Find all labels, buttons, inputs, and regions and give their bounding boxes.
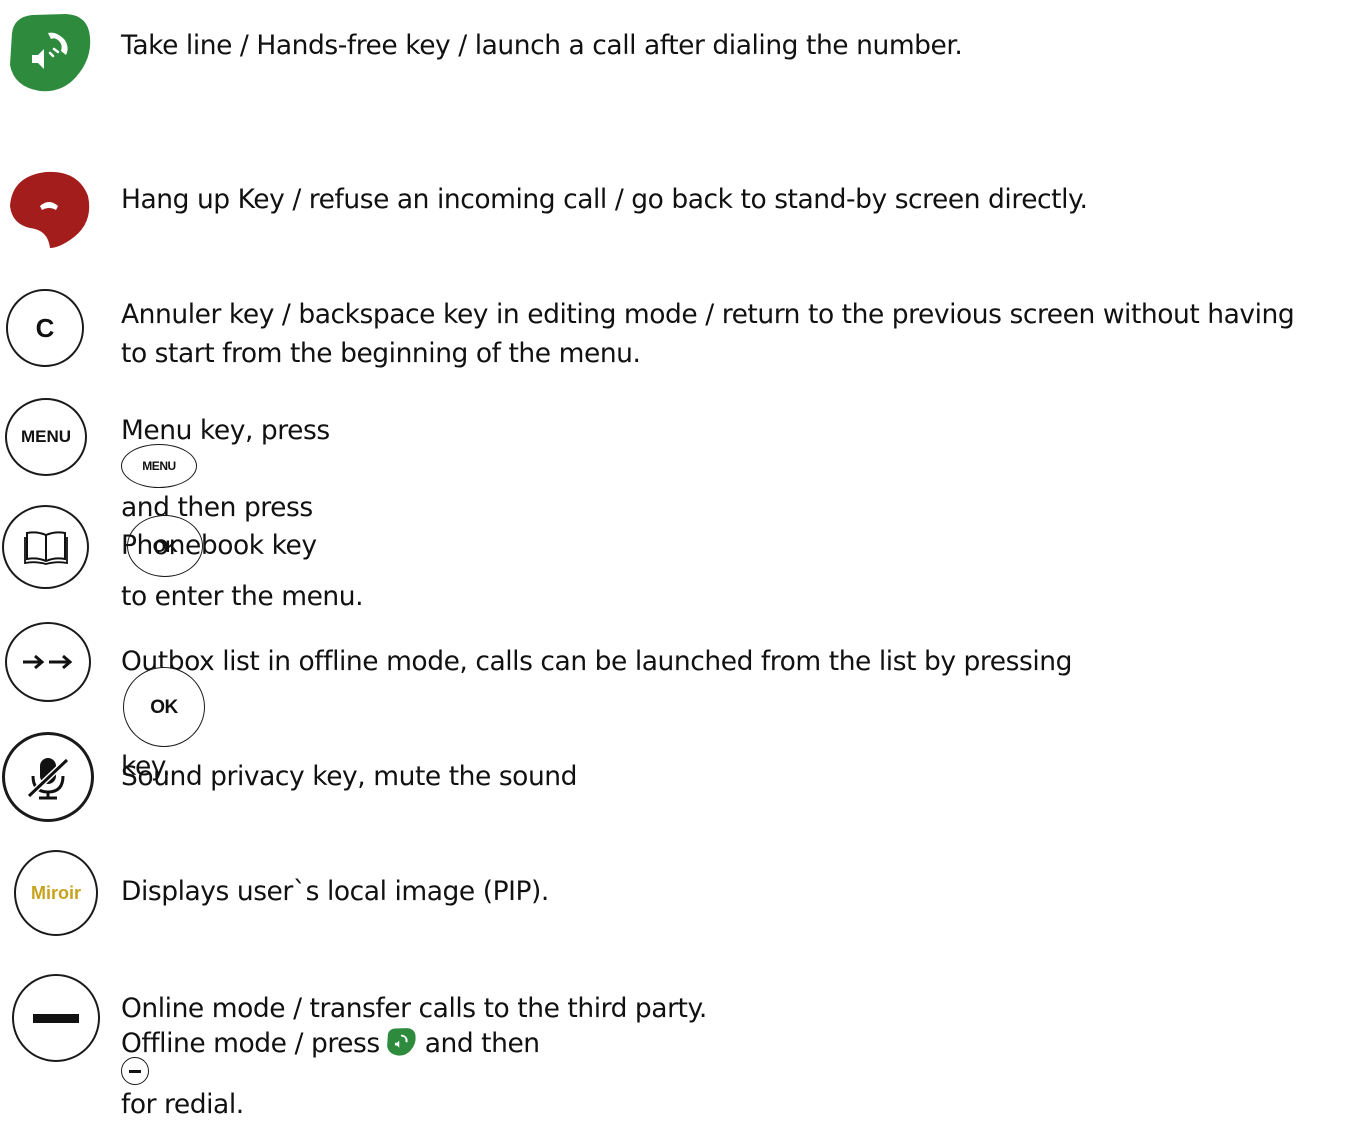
phonebook-icon <box>2 505 89 589</box>
crossed-microphone-icon <box>26 757 70 800</box>
minus-description-line1: Online mode / transfer calls to the thir… <box>121 993 707 1024</box>
outbox-description-part1: Outbox list in offline mode, calls can b… <box>121 646 1072 677</box>
inline-take-line-icon <box>386 1027 416 1056</box>
key-row-annuler: C Annuler key / backspace key in editing… <box>0 284 1360 384</box>
key-row-miroir: Miroir Displays user`s local image (PIP)… <box>0 846 1360 946</box>
menu-description-part1: Menu key, press <box>121 415 330 446</box>
minus-bar <box>33 1013 79 1023</box>
menu-key-label: MENU <box>20 427 72 446</box>
inline-minus-key-icon <box>121 1057 149 1085</box>
outbox-arrows-icon <box>5 622 91 702</box>
annuler-description-line1: Annuler key / backspace key in editing m… <box>121 299 1295 330</box>
key-row-phonebook: Phonebook key <box>0 500 1360 600</box>
mute-microphone-icon <box>2 732 94 822</box>
inline-minus-bar <box>129 1069 141 1073</box>
key-row-take-line: Take line / Hands-free key / launch a ca… <box>0 0 1360 110</box>
annuler-key-label: C <box>35 312 55 343</box>
inline-menu-key-icon: MENU <box>121 444 197 488</box>
miroir-key-icon: Miroir <box>14 850 98 936</box>
key-row-hang-up: Hang up Key / refuse an incoming call / … <box>0 160 1360 260</box>
hang-up-icon <box>10 171 90 248</box>
menu-key-icon: MENU <box>5 398 87 476</box>
inline-ok-key-label: OK <box>150 696 178 718</box>
key-row-minus: Online mode / transfer calls to the thir… <box>0 968 1360 1120</box>
phonebook-description: Phonebook key <box>121 530 317 561</box>
miroir-description: Displays user`s local image (PIP). <box>121 876 549 907</box>
open-book-icon <box>23 531 68 565</box>
mute-description: Sound privacy key, mute the sound <box>121 761 578 792</box>
key-row-mute: Sound privacy key, mute the sound <box>0 730 1360 830</box>
key-row-menu: MENU Menu key, press MENU and then press… <box>0 394 1360 612</box>
take-line-description: Take line / Hands-free key / launch a ca… <box>121 30 963 61</box>
minus-line2-part3: for redial. <box>121 1089 244 1120</box>
minus-line2-part2: and then <box>416 1028 540 1059</box>
annuler-description-line2: to start from the beginning of the menu. <box>121 338 641 369</box>
annuler-key-icon: C <box>6 289 84 367</box>
inline-menu-key-label: MENU <box>142 458 176 473</box>
hang-up-description: Hang up Key / refuse an incoming call / … <box>121 184 1088 215</box>
double-arrow-icon <box>23 654 73 670</box>
take-line-hands-free-icon <box>10 14 91 92</box>
miroir-key-label: Miroir <box>30 882 81 903</box>
minus-description-line2: Offline mode / press and then for redial… <box>121 1024 540 1124</box>
minus-line2-part1: Offline mode / press <box>121 1028 388 1059</box>
key-row-outbox: Outbox list in offline mode, calls can b… <box>0 616 1360 782</box>
minus-key-icon <box>12 974 100 1062</box>
